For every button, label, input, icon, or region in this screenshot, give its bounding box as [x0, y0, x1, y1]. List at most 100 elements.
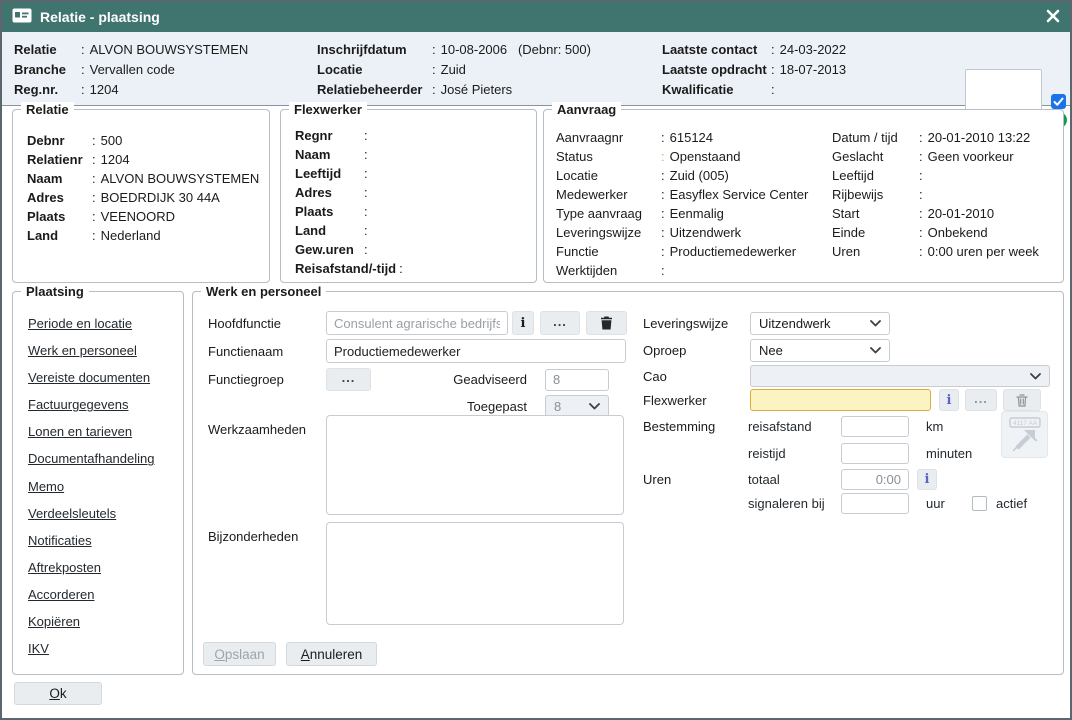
trash-icon — [600, 316, 613, 330]
groupbox-title: Aanvraag — [552, 102, 621, 117]
sidebar-item-factuurgegevens[interactable]: Factuurgegevens — [28, 397, 154, 412]
info-row: Laatste opdracht:18-07-2013 — [662, 60, 846, 80]
functiegroep-browse-button[interactable]: ... — [326, 368, 371, 391]
route-planner-button[interactable]: 4117 AA — [1001, 411, 1048, 458]
oproep-select[interactable]: Nee — [750, 339, 890, 362]
flexwerker-groupbox: Flexwerker Regnr: Naam: Leeftijd: Adres:… — [280, 109, 537, 283]
info-icon: i — [925, 473, 930, 486]
field-value: 1204 — [90, 80, 119, 100]
cao-select[interactable] — [750, 365, 1050, 387]
field-value: 20-01-2010 — [928, 204, 995, 223]
route-map-icon: 4117 AA — [1005, 415, 1045, 455]
sidebar-item-werk-en-personeel[interactable]: Werk en personeel — [28, 343, 154, 358]
info-icon: i — [947, 394, 952, 407]
sidebar-item-accorderen[interactable]: Accorderen — [28, 587, 154, 602]
annuleren-button[interactable]: Annuleren — [286, 642, 377, 666]
groupbox-title: Relatie — [21, 102, 74, 117]
sidebar-item-aftrekposten[interactable]: Aftrekposten — [28, 560, 154, 575]
reisafstand-input[interactable] — [841, 416, 909, 437]
contact-card-icon — [12, 8, 32, 26]
flexwerker-input[interactable] — [750, 389, 931, 411]
relation-header: Relatie:ALVON BOUWSYSTEMEN Branche:Verva… — [2, 32, 1070, 106]
signaleren-bij-input[interactable] — [841, 493, 909, 514]
info-row: Laatste contact:24-03-2022 — [662, 40, 846, 60]
hoofdfunctie-input[interactable] — [326, 311, 508, 335]
chevron-down-icon — [589, 403, 600, 410]
field-label: Regnr — [295, 126, 361, 145]
info-row: Relatienr:1204 — [27, 150, 261, 169]
field-label: Start — [832, 204, 916, 223]
bijzonderheden-textarea[interactable] — [326, 522, 624, 625]
toegepast-select[interactable]: 8 — [545, 395, 609, 417]
actief-checkbox[interactable] — [972, 496, 987, 511]
functienaam-input[interactable] — [326, 339, 626, 363]
field-value: Openstaand — [670, 147, 741, 166]
sidebar-item-notificaties[interactable]: Notificaties — [28, 533, 154, 548]
unit-label: km — [926, 419, 943, 434]
field-value: 500 — [101, 131, 123, 150]
field-value: 20-01-2010 13:22 — [928, 128, 1031, 147]
chevron-down-icon — [870, 320, 881, 327]
field-value: José Pieters — [441, 80, 513, 100]
field-value: 1204 — [101, 150, 130, 169]
field-label: Plaats — [295, 202, 361, 221]
info-row: Locatie:Zuid — [317, 60, 591, 80]
field-value: VEENOORD — [101, 207, 175, 226]
info-row: Relatie:ALVON BOUWSYSTEMEN — [14, 40, 248, 60]
field-label: Type aanvraag — [556, 204, 658, 223]
hoofdfunctie-delete-button[interactable] — [586, 311, 627, 335]
field-label: Geadviseerd — [371, 372, 527, 387]
field-label: Leveringswijze — [643, 316, 750, 331]
field-label: Werktijden — [556, 261, 658, 280]
svg-text:4117 AA: 4117 AA — [1012, 420, 1037, 427]
field-label: Uren — [832, 242, 916, 261]
field-label: Debnr — [27, 131, 89, 150]
field-label: Locatie — [556, 166, 658, 185]
info-row: Status:Openstaand — [556, 147, 826, 166]
plaatsing-groupbox: Plaatsing Periode en locatie Werk en per… — [12, 291, 184, 675]
flexwerker-delete-button[interactable] — [1003, 389, 1041, 411]
reistijd-input[interactable] — [841, 443, 909, 464]
opslaan-button[interactable]: Opslaan — [203, 642, 276, 666]
sidebar-item-vereiste-documenten[interactable]: Vereiste documenten — [28, 370, 154, 385]
sidebar-item-ikv[interactable]: IKV — [28, 641, 154, 656]
uren-info-button[interactable]: i — [917, 469, 937, 490]
uren-totaal-input[interactable] — [841, 469, 909, 490]
field-label: Bijzonderheden — [208, 529, 326, 544]
info-row: Leeftijd: — [832, 166, 1060, 185]
hoofdfunctie-browse-button[interactable]: ... — [540, 311, 580, 335]
field-label: Bestemming — [643, 419, 748, 434]
geadviseerd-input[interactable] — [545, 369, 609, 391]
field-label: Relatie — [14, 40, 78, 60]
field-label: Flexwerker — [643, 393, 750, 408]
info-row: Regnr: — [295, 126, 528, 145]
field-label: Naam — [27, 169, 89, 188]
flexwerker-info-button[interactable]: i — [939, 389, 959, 411]
field-label: Branche — [14, 60, 78, 80]
sidebar-item-lonen-en-tarieven[interactable]: Lonen en tarieven — [28, 424, 154, 439]
info-row: Debnr:500 — [27, 131, 261, 150]
info-row: Plaats: — [295, 202, 528, 221]
leveringswijze-select[interactable]: Uitzendwerk — [750, 312, 890, 335]
info-row: Type aanvraag:Eenmalig — [556, 204, 826, 223]
field-label: Status — [556, 147, 658, 166]
flexwerker-browse-button[interactable]: ... — [965, 389, 997, 411]
sidebar-item-verdeelsleutels[interactable]: Verdeelsleutels — [28, 506, 154, 521]
hoofdfunctie-info-button[interactable]: i — [512, 311, 534, 335]
close-icon[interactable] — [1046, 9, 1060, 26]
field-label: Kwalificatie — [662, 80, 768, 100]
ok-button[interactable]: Ok — [14, 682, 102, 705]
field-label: Naam — [295, 145, 361, 164]
info-row: Inschrijfdatum:10-08-2006 (Debnr: 500) — [317, 40, 591, 60]
werkzaamheden-textarea[interactable] — [326, 415, 624, 515]
sidebar-item-kopieren[interactable]: Kopiëren — [28, 614, 154, 629]
sidebar-item-periode-en-locatie[interactable]: Periode en locatie — [28, 316, 154, 331]
field-label: reisafstand — [748, 419, 841, 434]
chevron-down-icon — [1030, 373, 1041, 380]
info-row: Rijbewijs: — [832, 185, 1060, 204]
unit-label: uur — [926, 496, 956, 511]
sidebar-item-memo[interactable]: Memo — [28, 479, 154, 494]
info-row: Aanvraagnr:615124 — [556, 128, 826, 147]
sidebar-item-documentafhandeling[interactable]: Documentafhandeling — [28, 451, 154, 466]
info-row: Start:20-01-2010 — [832, 204, 1060, 223]
